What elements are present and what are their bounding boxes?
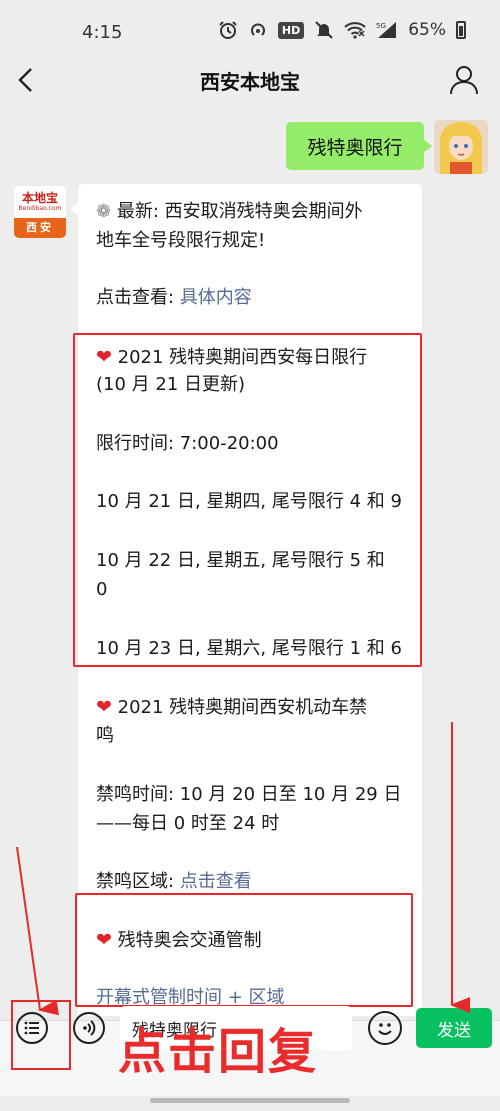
latest-news-text: 最新: 西安取消残特奥会期间外	[116, 201, 363, 222]
heart-icon: ❤	[96, 929, 112, 951]
hotspot-icon	[250, 23, 265, 36]
message-line-14: ——每日 0 时至 24 时	[96, 813, 280, 834]
status-time: 4:15	[82, 22, 123, 43]
message-line-10: 10 月 23 日, 星期六, 尾号限行 1 和 6	[96, 638, 402, 659]
chat-title: 西安本地宝	[200, 70, 300, 94]
message-line-4: ❤ 2021 残特奥期间西安每日限行	[96, 345, 367, 370]
status-bar: 4:15 HD 5G 65%	[0, 0, 500, 62]
alarm-icon	[219, 21, 237, 39]
logo-city-text: 西安	[14, 218, 66, 238]
zone-label: 禁鸣区域:	[96, 871, 175, 892]
message-line-16: ❤ 残特奥会交通管制	[96, 928, 262, 953]
left-arrow	[16, 846, 59, 1016]
restriction-heading: 2021 残特奥期间西安每日限行	[117, 347, 368, 368]
opening-control-link[interactable]: 开幕式管制时间 + 区域	[96, 987, 285, 1008]
wifi-icon	[344, 22, 366, 39]
zone-link[interactable]: 点击查看	[180, 871, 252, 892]
message-line-11: ❤ 2021 残特奥期间西安机动车禁	[96, 695, 367, 720]
home-indicator	[150, 1098, 350, 1103]
logo-main-text: 本地宝	[21, 191, 58, 205]
message-line-2: 地车全号段限行规定!	[96, 230, 266, 251]
heart-icon: ❤	[96, 696, 112, 718]
user-avatar-image	[434, 120, 488, 174]
view-label: 点击查看:	[96, 287, 175, 308]
profile-icon[interactable]	[448, 64, 480, 96]
horn-ban-heading: 2021 残特奥期间西安机动车禁	[117, 697, 368, 718]
voice-icon	[83, 1020, 96, 1036]
details-link[interactable]: 具体内容	[180, 287, 252, 308]
message-line-7: 10 月 21 日, 星期四, 尾号限行 4 和 9	[96, 491, 402, 512]
traffic-control-heading: 残特奥会交通管制	[117, 930, 262, 951]
bot-avatar[interactable]: 本地宝 Bendibao.com 西安	[14, 186, 66, 238]
send-button[interactable]: 发送	[416, 1008, 492, 1048]
outgoing-message-text: 残特奥限行	[307, 136, 403, 159]
flower-icon: ❁	[96, 201, 112, 222]
hd-badge: HD	[277, 21, 305, 39]
message-line-1: ❁ 最新: 西安取消残特奥会期间外	[96, 200, 363, 224]
message-line-3: 点击查看: 具体内容	[96, 286, 252, 310]
message-line-6: 限行时间: 7:00-20:00	[96, 433, 279, 454]
nav-bar: 西安本地宝	[0, 62, 500, 102]
heart-icon: ❤	[96, 346, 112, 368]
emoji-button[interactable]	[368, 1011, 402, 1045]
signal-icon: 5G	[376, 22, 397, 38]
logo-top: 本地宝 Bendibao.com	[14, 186, 66, 218]
message-line-13: 禁鸣时间: 10 月 20 日至 10 月 29 日	[96, 784, 402, 805]
message-line-9: 0	[96, 579, 108, 600]
message-line-15: 禁鸣区域: 点击查看	[96, 870, 252, 894]
battery-percent: 65%	[408, 20, 446, 40]
battery-icon	[456, 21, 466, 39]
logo-sub-text: Bendibao.com	[18, 205, 62, 212]
message-line-5: (10 月 21 日更新)	[96, 374, 246, 395]
emoji-icon	[378, 1023, 392, 1035]
annotation-text: 点击回复	[118, 1024, 319, 1080]
user-avatar[interactable]	[434, 120, 488, 174]
menu-list-icon	[24, 1021, 39, 1035]
mute-icon	[315, 21, 333, 39]
menu-button[interactable]	[16, 1012, 48, 1044]
voice-button[interactable]	[73, 1012, 105, 1044]
status-icons: HD 5G 65%	[218, 20, 466, 40]
svg-text:5G: 5G	[376, 22, 386, 30]
message-line-12: 鸣	[96, 725, 114, 746]
outgoing-message-bubble[interactable]: 残特奥限行	[286, 122, 432, 170]
message-line-8: 10 月 22 日, 星期五, 尾号限行 5 和	[96, 550, 385, 571]
